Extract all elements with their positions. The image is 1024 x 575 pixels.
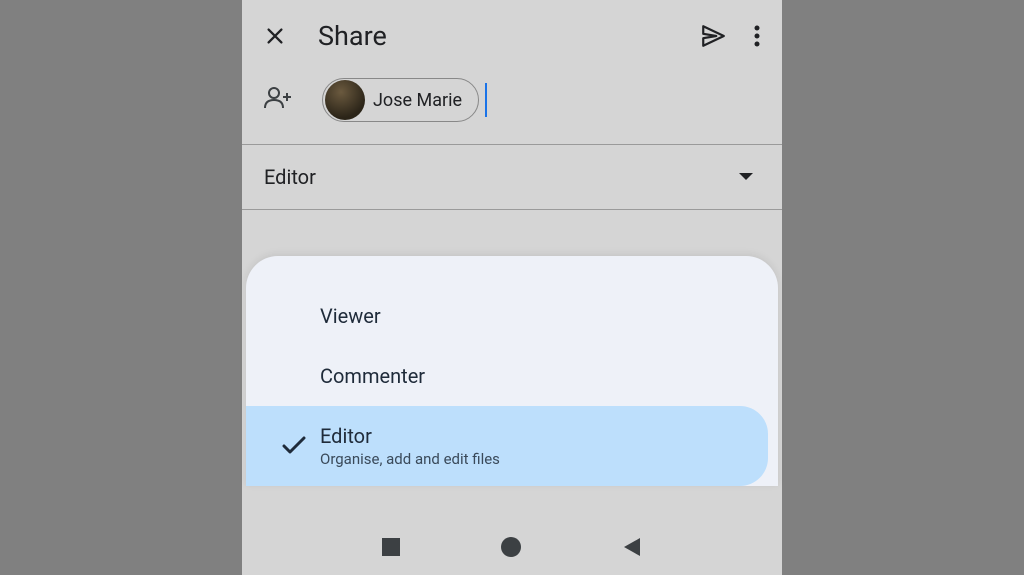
- option-label: Viewer: [320, 304, 381, 328]
- option-sublabel: Organise, add and edit files: [320, 450, 500, 468]
- option-text: Viewer: [320, 304, 381, 328]
- role-options-popup: Viewer Commenter Editor Organise, add an…: [246, 256, 778, 486]
- share-screen: Share Jose Marie Editor Viewer: [242, 0, 782, 575]
- header: Share: [242, 0, 782, 70]
- recipient-row: Jose Marie: [242, 70, 782, 145]
- send-button[interactable]: [700, 23, 726, 49]
- option-text: Commenter: [320, 364, 425, 388]
- more-button[interactable]: [754, 24, 760, 48]
- role-dropdown[interactable]: Editor: [242, 145, 782, 210]
- text-cursor: [485, 83, 487, 117]
- overview-button[interactable]: [382, 538, 400, 560]
- option-editor[interactable]: Editor Organise, add and edit files: [246, 406, 768, 486]
- close-icon: [264, 25, 286, 47]
- option-label: Editor: [320, 424, 500, 448]
- role-dropdown-label: Editor: [264, 165, 316, 189]
- avatar: [325, 80, 365, 120]
- close-button[interactable]: [264, 25, 286, 47]
- more-vert-icon: [754, 24, 760, 48]
- option-label: Commenter: [320, 364, 425, 388]
- home-button[interactable]: [500, 536, 522, 562]
- option-viewer[interactable]: Viewer: [246, 286, 778, 346]
- recipient-chip[interactable]: Jose Marie: [322, 78, 479, 122]
- send-icon: [700, 23, 726, 49]
- add-person-icon: [264, 86, 294, 114]
- android-navbar: [242, 523, 782, 575]
- back-button[interactable]: [622, 536, 642, 562]
- chevron-down-icon: [738, 172, 754, 182]
- option-commenter[interactable]: Commenter: [246, 346, 778, 406]
- recipient-name: Jose Marie: [373, 90, 462, 111]
- check-icon: [268, 436, 320, 456]
- option-text: Editor Organise, add and edit files: [320, 424, 500, 468]
- triangle-back-icon: [622, 536, 642, 558]
- square-icon: [382, 538, 400, 556]
- page-title: Share: [318, 20, 700, 52]
- circle-icon: [500, 536, 522, 558]
